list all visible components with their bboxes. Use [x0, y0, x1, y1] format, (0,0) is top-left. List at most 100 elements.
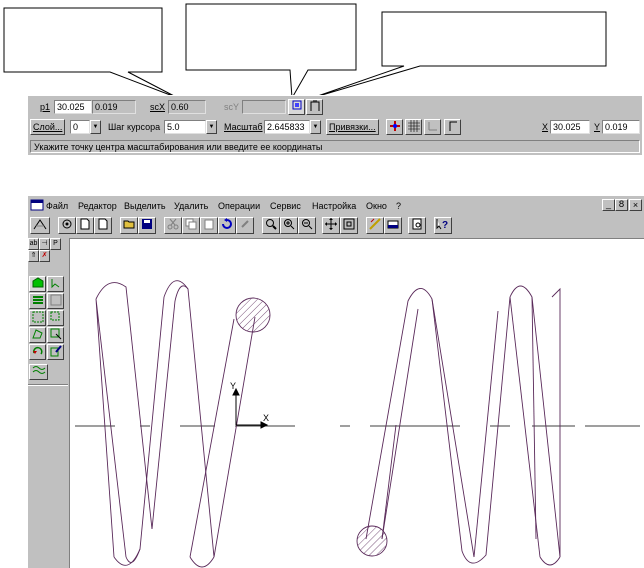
menu-file[interactable]: Файл	[46, 200, 68, 212]
toolbar-zoom-in[interactable]	[280, 217, 298, 234]
toolbar-zoom-out[interactable]	[298, 217, 316, 234]
toolbar-help[interactable]: ?	[434, 217, 452, 234]
new-document-icon	[80, 218, 90, 230]
right-section-circle	[356, 525, 388, 557]
ortho-icon	[389, 121, 400, 131]
side-tool-2[interactable]	[47, 276, 64, 292]
fix-point-button[interactable]	[288, 99, 305, 115]
layer-dropdown-arrow[interactable]: ▼	[90, 120, 101, 134]
copy-icon	[185, 218, 197, 230]
svg-text:Y: Y	[230, 381, 236, 391]
toolbar-save[interactable]	[138, 217, 156, 234]
menu-service[interactable]: Сервис	[270, 200, 301, 212]
side-tool-4[interactable]	[47, 293, 64, 309]
menu-operations[interactable]: Операции	[218, 200, 260, 212]
toolbar-zoom-window[interactable]	[262, 217, 280, 234]
print-preview-icon	[412, 218, 422, 230]
side-tab-1[interactable]: ab	[28, 238, 39, 250]
p1-y-field[interactable]: 0.019	[92, 100, 136, 114]
hatch-icon	[32, 366, 45, 374]
toolbar-cut[interactable]	[164, 217, 182, 234]
side-tab-4[interactable]: ⇑	[28, 250, 39, 262]
close-button[interactable]: ×	[629, 199, 642, 211]
side-tool-7[interactable]	[29, 327, 46, 343]
pan-icon	[325, 218, 337, 230]
toolbar-show-all[interactable]	[340, 217, 358, 234]
minimize-button[interactable]: _	[602, 199, 615, 211]
y-coord-field[interactable]: 0.019	[602, 120, 640, 134]
side-tool-5[interactable]	[29, 310, 46, 326]
side-tool-8[interactable]	[47, 327, 64, 343]
round-toggle[interactable]	[444, 119, 461, 135]
side-tab-2[interactable]: ⊣	[39, 238, 50, 250]
snaps-button[interactable]: Привязки...	[326, 119, 379, 135]
fix-point-icon	[292, 100, 301, 110]
status-bar-icon	[387, 220, 399, 229]
side-tool-9[interactable]	[29, 344, 46, 360]
app-menu-icon[interactable]	[30, 198, 44, 212]
zoom-in-icon	[284, 219, 295, 230]
menu-editor[interactable]: Редактор	[78, 200, 117, 212]
toolbar-preview[interactable]	[408, 217, 426, 234]
toolbar-manager-button[interactable]	[30, 217, 50, 234]
restore-button[interactable]: 8	[615, 199, 628, 211]
zoom-window-icon	[266, 219, 277, 230]
toolbar-status[interactable]	[384, 217, 402, 234]
grid-toggle[interactable]	[405, 119, 422, 135]
cut-icon	[167, 218, 179, 230]
edit-icon	[50, 345, 62, 357]
menu-settings[interactable]: Настройка	[312, 200, 356, 212]
cursor-step-select[interactable]: 5.0	[164, 120, 206, 134]
undo-icon	[222, 218, 232, 229]
toolbar-redo[interactable]	[236, 217, 254, 234]
scale-select[interactable]: 2.645833	[264, 120, 310, 134]
menu-delete[interactable]: Удалить	[174, 200, 208, 212]
menu-window[interactable]: Окно	[366, 200, 387, 212]
document-gear-icon	[62, 219, 72, 229]
toolbar-refresh[interactable]	[366, 217, 384, 234]
snaps-button-label: Привязки...	[329, 122, 376, 132]
toolbar-open[interactable]	[120, 217, 138, 234]
layer-button-label: Слой...	[33, 122, 63, 132]
toolbar-btn-1[interactable]	[58, 217, 76, 234]
open-folder-icon	[123, 220, 135, 229]
side-tool-3[interactable]	[29, 293, 46, 309]
app-icon	[30, 199, 44, 211]
layer-select[interactable]: 0	[70, 120, 90, 134]
side-tab-3[interactable]: P	[50, 238, 61, 250]
manager-icon	[33, 219, 47, 230]
x-coord-field[interactable]: 30.025	[550, 120, 590, 134]
cursor-step-dropdown-arrow[interactable]: ▼	[206, 120, 217, 134]
toolbar-btn-2[interactable]	[76, 217, 94, 234]
local-cs-toggle[interactable]	[424, 119, 441, 135]
p1-x-field[interactable]: 30.025	[54, 100, 92, 114]
toolbar-btn-3[interactable]	[94, 217, 112, 234]
toolbar-copy[interactable]	[182, 217, 200, 234]
left-section-circle	[235, 297, 271, 333]
layer-button[interactable]: Слой...	[30, 119, 66, 135]
enter-coords-button[interactable]	[306, 99, 323, 115]
toolbar-undo[interactable]	[218, 217, 236, 234]
spring-drawing: Y X	[75, 280, 640, 568]
side-panel-divider	[28, 384, 68, 386]
ortho-toggle[interactable]	[386, 119, 403, 135]
side-tool-10[interactable]	[47, 344, 64, 360]
scale-label: Масштаб	[224, 122, 263, 132]
scale-dropdown-arrow[interactable]: ▼	[310, 120, 321, 134]
side-tool-6[interactable]	[47, 310, 64, 326]
callout-annotations	[3, 3, 607, 100]
save-icon	[142, 219, 152, 229]
right-spring	[365, 285, 561, 566]
scx-field[interactable]: 0.60	[168, 100, 206, 114]
toolbar-pan[interactable]	[322, 217, 340, 234]
side-tab-5[interactable]: ✗	[39, 250, 50, 262]
menu-select[interactable]: Выделить	[124, 200, 166, 212]
help-icon: ?	[436, 219, 448, 231]
toolbar-paste[interactable]	[200, 217, 218, 234]
side-tool-11[interactable]	[29, 364, 48, 380]
p1-label: p1	[40, 102, 51, 112]
scy-field[interactable]	[242, 100, 286, 114]
drawing-canvas[interactable]: Y X	[69, 238, 644, 568]
menu-help[interactable]: ?	[396, 200, 401, 212]
side-select-button[interactable]	[29, 276, 46, 292]
